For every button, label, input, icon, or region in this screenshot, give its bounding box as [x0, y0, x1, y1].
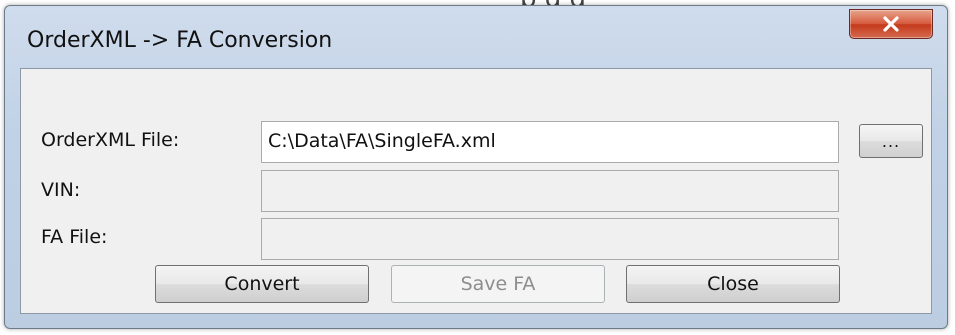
- save-fa-button[interactable]: Save FA: [391, 265, 605, 303]
- save-fa-button-label: Save FA: [460, 273, 536, 295]
- dialog-client-area: OrderXML File: C:\Data\FA\SingleFA.xml .…: [20, 68, 932, 314]
- convert-button-label: Convert: [224, 273, 300, 295]
- fa-file-input[interactable]: [261, 218, 839, 260]
- dialog-window: OrderXML -> FA Conversion OrderXML File:…: [4, 5, 948, 329]
- orderxml-file-label: OrderXML File:: [41, 129, 180, 151]
- vin-label: VIN:: [41, 179, 81, 201]
- close-button-label: Close: [707, 273, 759, 295]
- vin-input[interactable]: [261, 170, 839, 212]
- close-icon: [883, 16, 899, 32]
- orderxml-file-input[interactable]: C:\Data\FA\SingleFA.xml: [261, 121, 839, 163]
- title-bar[interactable]: OrderXML -> FA Conversion: [5, 6, 947, 68]
- window-close-button[interactable]: [849, 9, 933, 39]
- window-title: OrderXML -> FA Conversion: [27, 28, 333, 53]
- browse-button[interactable]: ...: [859, 124, 923, 158]
- close-button[interactable]: Close: [626, 265, 840, 303]
- browse-button-label: ...: [881, 131, 901, 151]
- convert-button[interactable]: Convert: [155, 265, 369, 303]
- orderxml-file-value: C:\Data\FA\SingleFA.xml: [268, 130, 496, 152]
- fa-file-label: FA File:: [41, 226, 108, 248]
